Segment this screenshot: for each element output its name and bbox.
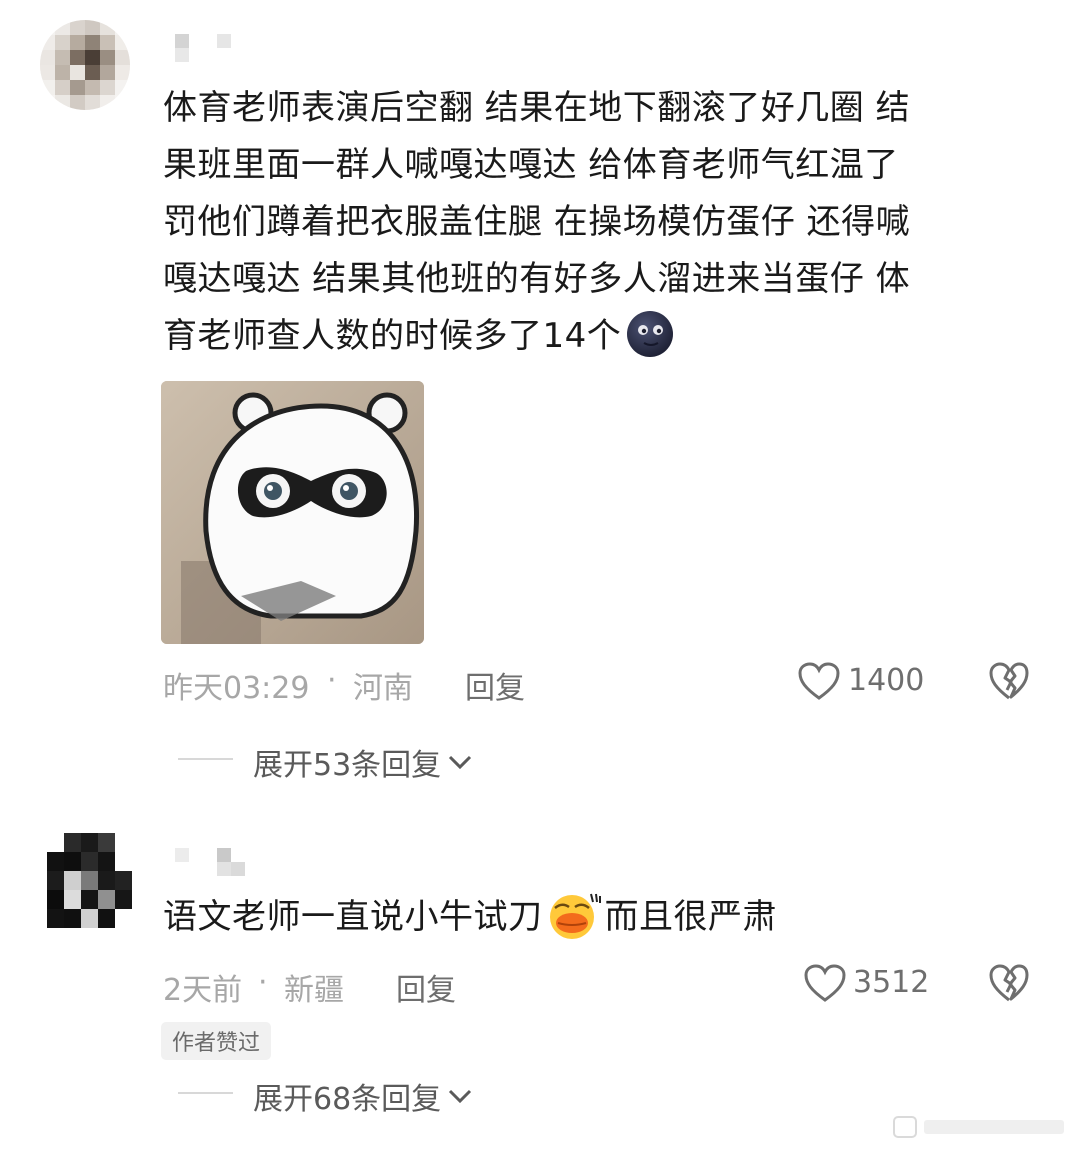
expand-replies-label: 展开68条回复 — [253, 1082, 442, 1117]
avatar[interactable] — [47, 833, 132, 928]
username-blurred-row2 — [175, 48, 189, 62]
comment-location: 河南 — [353, 671, 413, 706]
heart-icon[interactable] — [803, 963, 847, 1003]
username-blurred[interactable] — [175, 34, 231, 48]
watermark-icon — [893, 1116, 1064, 1138]
comment-line: 育老师查人数的时候多了14个 — [163, 316, 622, 356]
author-liked-badge: 作者赞过 — [161, 1022, 272, 1060]
sticker-image[interactable] — [161, 381, 424, 644]
comment-text: 语文老师一直说小牛试刀 而且很严肃 — [163, 889, 777, 946]
comment-text-part: 语文老师一直说小牛试刀 — [163, 897, 543, 937]
watermark — [892, 1112, 1072, 1142]
like-count: 3512 — [853, 965, 930, 1000]
comment-line-last: 育老师查人数的时候多了14个 — [163, 308, 910, 365]
reply-button[interactable]: 回复 — [465, 663, 525, 707]
divider-line — [178, 758, 233, 760]
expand-replies-label: 展开53条回复 — [253, 748, 442, 783]
comment-time: 昨天03:29 — [163, 671, 310, 706]
broken-heart-icon[interactable] — [988, 963, 1030, 1003]
username-blurred-row2 — [217, 862, 245, 876]
username-blurred[interactable] — [175, 848, 245, 862]
reply-button[interactable]: 回复 — [396, 965, 456, 1009]
meta-separator: · — [258, 965, 268, 1000]
comment-text: 体育老师表演后空翻 结果在地下翻滚了好几圈 结 果班里面一群人喊嘎达嘎达 给体育… — [163, 80, 910, 365]
chevron-down-icon — [449, 1089, 472, 1104]
comment-line: 体育老师表演后空翻 结果在地下翻滚了好几圈 结 — [163, 88, 911, 128]
avatar[interactable] — [40, 20, 130, 110]
broken-heart-icon[interactable] — [988, 661, 1030, 701]
panda-sticker-icon — [161, 381, 424, 644]
comment-text-part: 而且很严肃 — [604, 897, 777, 937]
comment-line: 嘎达嘎达 结果其他班的有好多人溜进来当蛋仔 体 — [163, 259, 911, 299]
duck-face-icon — [549, 893, 601, 939]
comment-time: 2天前 — [163, 973, 243, 1008]
like-count: 1400 — [848, 663, 925, 698]
comment-line: 罚他们蹲着把衣服盖住腿 在操场模仿蛋仔 还得喊 — [163, 202, 911, 242]
meta-separator: · — [327, 663, 337, 698]
chevron-down-icon — [449, 755, 472, 770]
divider-line — [178, 1092, 233, 1094]
heart-icon[interactable] — [797, 661, 841, 701]
comment-location: 新疆 — [284, 973, 344, 1008]
moon-face-icon — [627, 311, 674, 357]
expand-replies-button[interactable]: 展开53条回复 — [253, 740, 475, 784]
expand-replies-button[interactable]: 展开68条回复 — [253, 1074, 475, 1118]
comment-line: 果班里面一群人喊嘎达嘎达 给体育老师气红温了 — [163, 145, 899, 185]
